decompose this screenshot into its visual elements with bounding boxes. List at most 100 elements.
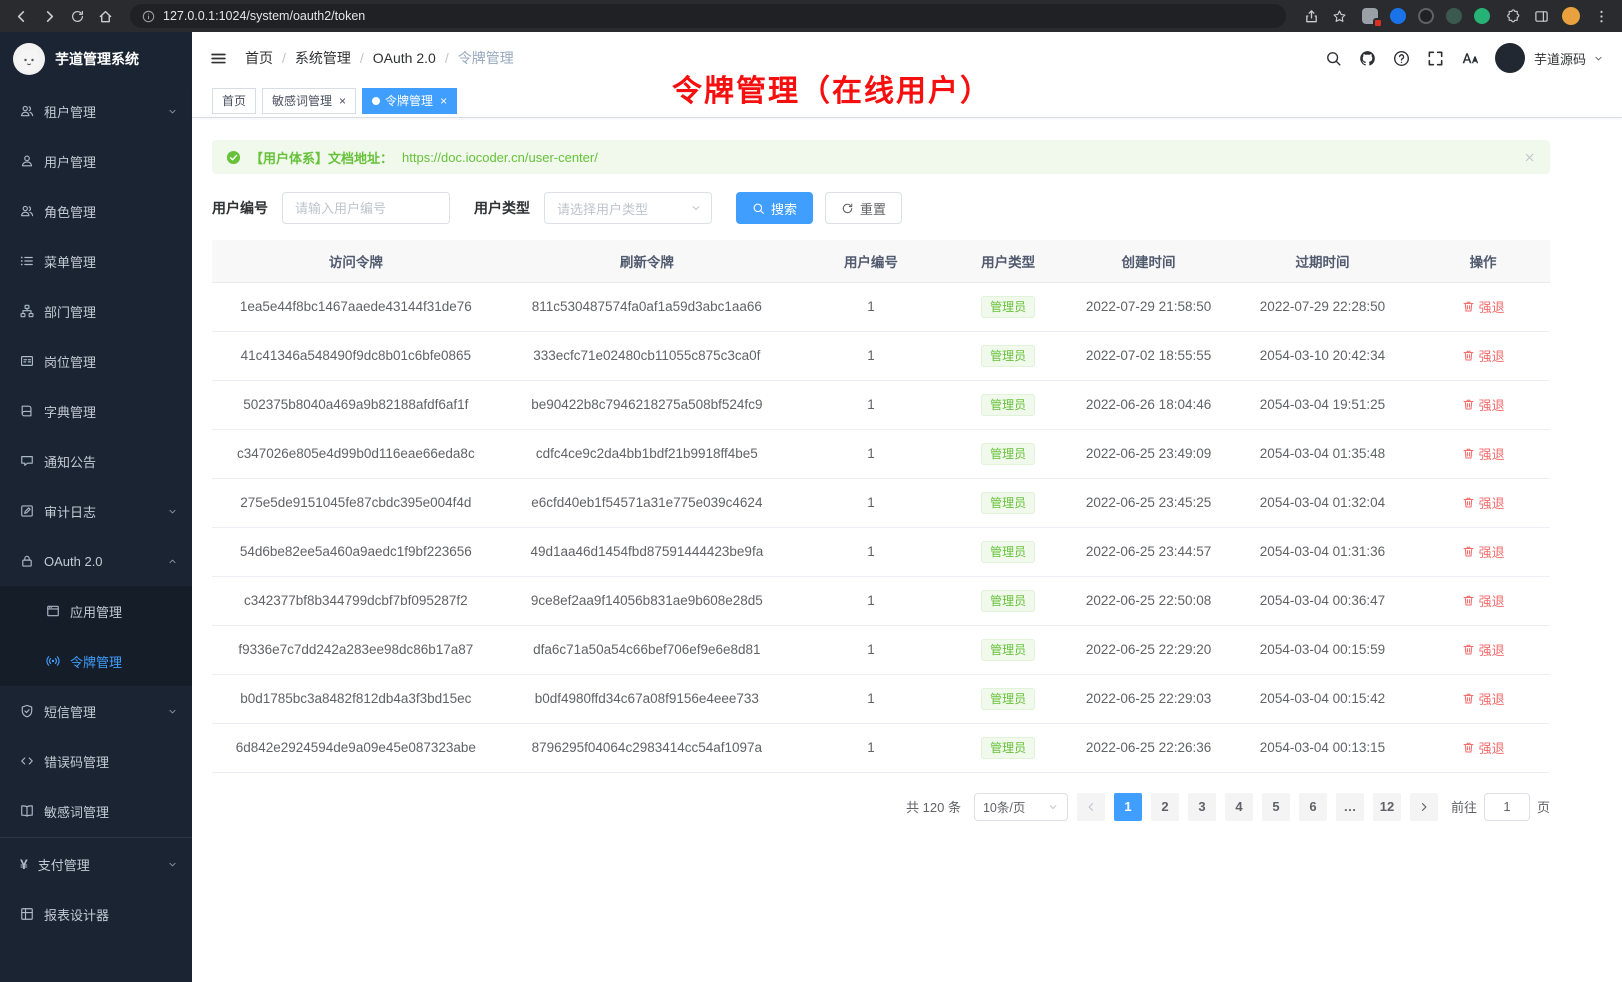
kebab-menu-icon [1594, 9, 1609, 24]
fullscreen-icon[interactable] [1427, 50, 1444, 67]
sidebar-item[interactable]: 应用管理 [0, 586, 192, 636]
chevron-down-icon[interactable] [1593, 53, 1604, 64]
grid-icon [20, 907, 34, 921]
user-type-badge: 管理员 [981, 590, 1035, 612]
force-logout-button[interactable]: 强退 [1462, 444, 1505, 463]
access-token-cell: f9336e7c7dd242a283ee98dc86b17a87 [238, 642, 473, 657]
force-logout-button[interactable]: 强退 [1462, 640, 1505, 659]
user-type-select[interactable]: 请选择用户类型 [544, 192, 712, 224]
help-icon[interactable] [1393, 50, 1410, 67]
force-logout-button[interactable]: 强退 [1462, 346, 1505, 365]
forward-icon [42, 9, 57, 24]
browser-menu-button[interactable] [1588, 3, 1614, 29]
table-row: c342377bf8b344799dcbf7bf095287f29ce8ef2a… [212, 576, 1550, 625]
force-logout-button[interactable]: 强退 [1462, 738, 1505, 757]
sidebar-item[interactable]: ¥支付管理 [0, 839, 192, 889]
sidebar-item[interactable]: 菜单管理 [0, 236, 192, 286]
search-icon[interactable] [1325, 50, 1342, 67]
created-time-cell: 2022-06-25 23:49:09 [1086, 446, 1211, 461]
pagination-page-button[interactable]: 6 [1299, 793, 1327, 821]
breadcrumb-item[interactable]: 系统管理 [295, 48, 351, 68]
browser-bookmark-button[interactable] [1326, 3, 1352, 29]
breadcrumb-item[interactable]: OAuth 2.0 [373, 50, 436, 66]
search-button[interactable]: 搜索 [736, 192, 813, 224]
pagination-prev-button[interactable] [1077, 793, 1105, 821]
tab-close-icon[interactable]: × [440, 95, 447, 107]
browser-forward-button[interactable] [36, 3, 62, 29]
force-logout-button[interactable]: 强退 [1462, 493, 1505, 512]
browser-sidepanel-button[interactable] [1528, 3, 1554, 29]
sidebar-item[interactable]: 租户管理 [0, 86, 192, 136]
pagination-next-button[interactable] [1410, 793, 1438, 821]
github-icon[interactable] [1359, 50, 1376, 67]
extension-icon[interactable] [1390, 8, 1406, 24]
browser-extensions-button[interactable] [1500, 3, 1526, 29]
sidebar-item[interactable]: 岗位管理 [0, 336, 192, 386]
sidebar-item[interactable]: 通知公告 [0, 436, 192, 486]
user-avatar[interactable] [1495, 43, 1525, 73]
doc-link[interactable]: https://doc.iocoder.cn/user-center/ [402, 150, 598, 165]
force-logout-button[interactable]: 强退 [1462, 689, 1505, 708]
collapse-sidebar-button[interactable] [210, 50, 227, 67]
extension-icon[interactable] [1362, 8, 1378, 24]
alert-close-icon[interactable] [1523, 151, 1536, 164]
pagination-page-button[interactable]: 3 [1188, 793, 1216, 821]
pagination-page-button[interactable]: 2 [1151, 793, 1179, 821]
home-icon [98, 9, 113, 24]
breadcrumb-item[interactable]: 首页 [245, 48, 273, 68]
sidebar-item-label: 租户管理 [44, 102, 157, 121]
force-logout-button[interactable]: 强退 [1462, 542, 1505, 561]
sidebar-item[interactable]: 敏感词管理 [0, 786, 192, 836]
reset-button[interactable]: 重置 [825, 192, 902, 224]
goto-label: 前往 [1451, 797, 1477, 816]
sidebar-item[interactable]: 错误码管理 [0, 736, 192, 786]
tab-item[interactable]: 令牌管理 × [362, 88, 457, 114]
browser-home-button[interactable] [92, 3, 118, 29]
pagination-page-button[interactable]: 5 [1262, 793, 1290, 821]
sidebar-item[interactable]: 角色管理 [0, 186, 192, 236]
browser-back-button[interactable] [8, 3, 34, 29]
browser-reload-button[interactable] [64, 3, 90, 29]
user-type-badge: 管理员 [981, 688, 1035, 710]
browser-profile-avatar[interactable] [1562, 7, 1580, 25]
extension-icon[interactable] [1474, 8, 1490, 24]
sidebar-item[interactable]: 令牌管理 [0, 636, 192, 686]
pagination-page-button[interactable]: 1 [1114, 793, 1142, 821]
goto-page-input[interactable] [1484, 793, 1530, 821]
force-logout-button[interactable]: 强退 [1462, 395, 1505, 414]
side-panel-icon [1534, 9, 1549, 24]
browser-address-bar[interactable]: 127.0.0.1:1024/system/oauth2/token [130, 4, 1286, 28]
browser-share-button[interactable] [1298, 3, 1324, 29]
force-logout-button[interactable]: 强退 [1462, 591, 1505, 610]
tab-item[interactable]: 敏感词管理× [262, 88, 356, 114]
extension-icon[interactable] [1446, 8, 1462, 24]
pagination-page-button[interactable]: 4 [1225, 793, 1253, 821]
user-name[interactable]: 芋道源码 [1534, 49, 1586, 68]
pagination-more-button[interactable]: … [1336, 793, 1364, 821]
sidebar-item[interactable]: 短信管理 [0, 686, 192, 736]
user-id-input[interactable] [282, 192, 450, 224]
force-logout-button[interactable]: 强退 [1462, 297, 1505, 316]
sidebar-item[interactable]: 审计日志 [0, 486, 192, 536]
extension-icon[interactable] [1418, 8, 1434, 24]
tab-close-icon[interactable]: × [339, 95, 346, 107]
sidebar-item-label: OAuth 2.0 [44, 554, 157, 569]
created-time-cell: 2022-06-25 22:26:36 [1086, 740, 1211, 755]
page-size-select[interactable]: 10条/页 [974, 793, 1068, 821]
sidebar-item[interactable]: 部门管理 [0, 286, 192, 336]
site-info-icon[interactable] [142, 10, 155, 23]
sidebar-item[interactable]: 报表设计器 [0, 889, 192, 939]
active-tab-dot [372, 97, 380, 105]
app-logo[interactable]: 芋道管理系统 [0, 32, 192, 86]
sidebar-item[interactable]: OAuth 2.0 [0, 536, 192, 586]
sidebar-item[interactable]: 用户管理 [0, 136, 192, 186]
reset-button-label: 重置 [860, 199, 886, 218]
tab-label: 首页 [222, 92, 246, 109]
tab-label: 令牌管理 [385, 92, 433, 109]
tab-item[interactable]: 首页 [212, 88, 256, 114]
search-button-label: 搜索 [771, 199, 797, 218]
pagination-page-button[interactable]: 12 [1373, 793, 1401, 821]
sidebar-item[interactable]: 字典管理 [0, 386, 192, 436]
font-size-icon[interactable] [1461, 50, 1478, 67]
created-time-cell: 2022-06-25 23:45:25 [1086, 495, 1211, 510]
